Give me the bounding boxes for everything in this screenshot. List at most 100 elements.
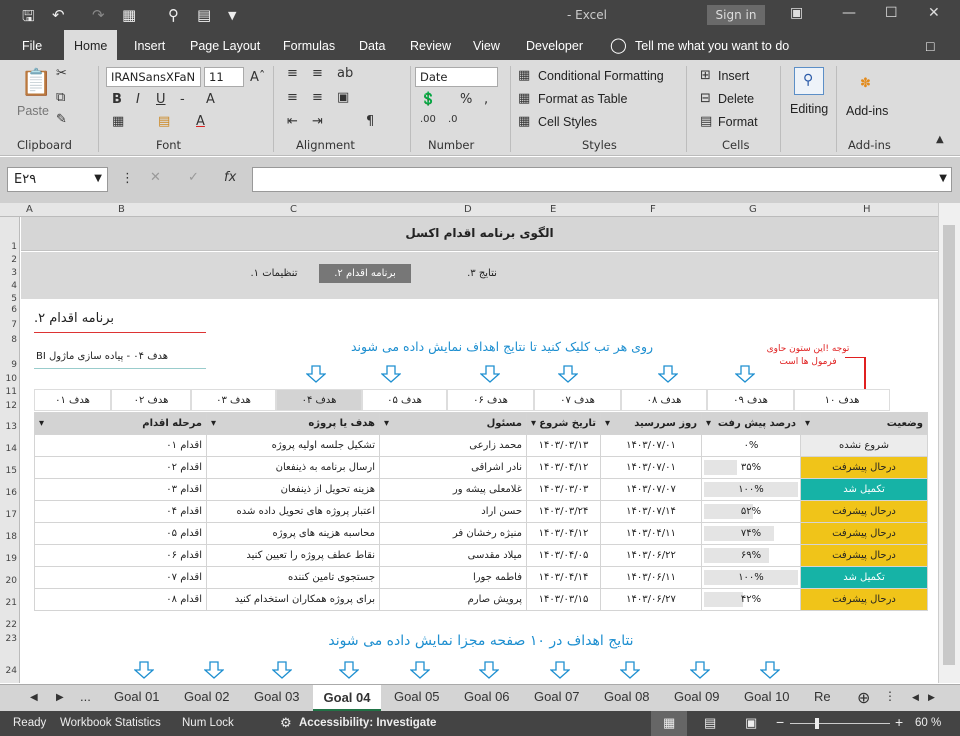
cell-progress[interactable]: ۴۲%	[701, 588, 801, 611]
page-break-icon[interactable]: ▣	[745, 715, 757, 731]
number-format-select[interactable]: Date	[415, 67, 498, 87]
undo-icon[interactable]: ↶	[52, 6, 65, 24]
cell-step[interactable]: اقدام ۰۴	[34, 500, 207, 523]
cell-status[interactable]: تکمیل شد	[800, 478, 928, 501]
sheet-tab-goal-03[interactable]: Goal 03	[254, 689, 300, 704]
row-2[interactable]: 2	[11, 255, 17, 265]
cell-status[interactable]: شروع نشده	[800, 434, 928, 457]
editing-icon[interactable]: ⚲	[794, 67, 824, 95]
col-e[interactable]: E	[550, 204, 556, 215]
zoom-out-icon[interactable]: −	[776, 714, 784, 730]
nav-results[interactable]: نتایج ۳.	[453, 264, 511, 283]
row-12[interactable]: 12	[6, 401, 17, 411]
cell-status[interactable]: درحال پیشرفت	[800, 522, 928, 545]
row-18[interactable]: 18	[6, 532, 17, 542]
cell-owner[interactable]: میلاد مقدسی	[379, 544, 527, 567]
align-center-icon[interactable]: ≡	[312, 90, 323, 105]
goal-tab-04[interactable]: هدف ۰۴	[276, 389, 362, 411]
cell-task[interactable]: برای پروژه همکاران استخدام کنید	[206, 588, 380, 611]
cell-step[interactable]: اقدام ۰۸	[34, 588, 207, 611]
save-icon[interactable]: 🖫	[22, 6, 35, 31]
merge-icon[interactable]: ▣	[337, 90, 349, 105]
goal-tab-08[interactable]: هدف ۰۸	[621, 389, 707, 411]
cell-task[interactable]: ارسال برنامه به ذینفعان	[206, 456, 380, 479]
col-c[interactable]: C	[290, 204, 297, 215]
header-status[interactable]: وضعیت ▾	[800, 412, 928, 435]
goal-selector[interactable]: هدف ۰۴ - پیاده سازی ماژول BI	[34, 346, 206, 369]
cell-step[interactable]: اقدام ۰۱	[34, 434, 207, 457]
tab-file[interactable]: File	[22, 30, 42, 60]
sheet-tab-results[interactable]: Re	[814, 689, 831, 704]
row-24[interactable]: 24	[6, 666, 17, 676]
format-table-icon[interactable]: ▦	[518, 91, 530, 106]
row-16[interactable]: 16	[6, 488, 17, 498]
sheet-tab-goal-10[interactable]: Goal 10	[744, 689, 790, 704]
editing-button[interactable]: Editing	[790, 102, 828, 116]
cell-start[interactable]: ۱۴۰۳/۰۳/۰۳	[526, 478, 601, 501]
col-g[interactable]: G	[749, 204, 757, 215]
format-as-table-button[interactable]: Format as Table	[538, 92, 627, 106]
row-17[interactable]: 17	[6, 510, 17, 520]
workbook-statistics[interactable]: Workbook Statistics	[60, 717, 161, 729]
goal-tab-07[interactable]: هدف ۰۷	[534, 389, 621, 411]
cell-step[interactable]: اقدام ۰۶	[34, 544, 207, 567]
align-left-icon[interactable]: ≡	[287, 90, 298, 105]
accessibility-icon[interactable]: ⚙	[280, 715, 292, 731]
scroll-right-icon[interactable]: ▶	[56, 692, 64, 703]
increase-decimal-icon[interactable]: .00	[420, 114, 436, 125]
tab-developer[interactable]: Developer	[526, 30, 583, 60]
row-19[interactable]: 19	[6, 554, 17, 564]
redo-icon[interactable]: ↷	[92, 6, 105, 24]
tab-view[interactable]: View	[473, 30, 500, 60]
cell-due[interactable]: ۱۴۰۳/۰۷/۰۷	[600, 478, 702, 501]
nav-settings[interactable]: تنظیمات ۱.	[243, 264, 305, 283]
align-middle-icon[interactable]: ≡	[312, 66, 323, 81]
cell-status[interactable]: درحال پیشرفت	[800, 456, 928, 479]
vertical-scrollbar[interactable]	[938, 203, 960, 683]
cell-progress[interactable]: ۱۰۰%	[701, 566, 801, 589]
zoom-in-icon[interactable]: +	[895, 714, 903, 730]
name-box[interactable]: E۲۹ ▼	[7, 167, 108, 192]
accessibility-status[interactable]: Accessibility: Investigate	[299, 717, 436, 729]
cell-progress[interactable]: ۷۴%	[701, 522, 801, 545]
hscroll-left-icon[interactable]: ◀	[912, 692, 919, 703]
goal-tab-05[interactable]: هدف ۰۵	[362, 389, 447, 411]
format-painter-icon[interactable]: ✎	[56, 112, 67, 127]
delete-cells-button[interactable]: Delete	[718, 92, 754, 106]
sheet-tab-goal-07[interactable]: Goal 07	[534, 689, 580, 704]
scroll-thumb[interactable]	[943, 225, 955, 665]
print-preview-icon[interactable]: ⚲	[168, 6, 179, 24]
normal-view-icon[interactable]: ▦	[651, 711, 687, 736]
comments-icon[interactable]: □	[926, 30, 934, 60]
font-color-icon[interactable]: A	[196, 114, 205, 129]
header-task[interactable]: هدف یا پروژه ▾	[206, 412, 380, 435]
cell-status[interactable]: درحال پیشرفت	[800, 500, 928, 523]
header-due[interactable]: روز سررسید ▾	[600, 412, 702, 435]
row-11[interactable]: 11	[6, 387, 17, 397]
tab-data[interactable]: Data	[359, 30, 385, 60]
delete-cells-icon[interactable]: ⊟	[700, 91, 711, 106]
sheet-tab-goal-01[interactable]: Goal 01	[114, 689, 160, 704]
indent-icon[interactable]: ⇥	[312, 114, 323, 129]
cell-owner[interactable]: غلامعلی پیشه ور	[379, 478, 527, 501]
cell-progress[interactable]: ۶۹%	[701, 544, 801, 567]
cell-step[interactable]: اقدام ۰۷	[34, 566, 207, 589]
cell-progress[interactable]: ۱۰۰%	[701, 478, 801, 501]
customize-toolbar-icon[interactable]: ▼	[228, 9, 236, 22]
row-8[interactable]: 8	[11, 335, 17, 345]
cell-start[interactable]: ۱۴۰۳/۰۳/۲۴	[526, 500, 601, 523]
borders-icon[interactable]: ▦	[112, 114, 124, 129]
goal-tab-01[interactable]: هدف ۰۱	[34, 389, 111, 411]
cell-owner[interactable]: فاطمه جورا	[379, 566, 527, 589]
italic-icon[interactable]: I	[136, 92, 140, 107]
hscroll-right-icon[interactable]: ▶	[928, 692, 935, 703]
cell-task[interactable]: هزینه تحویل از ذینفعان	[206, 478, 380, 501]
row-23[interactable]: 23	[6, 634, 17, 644]
sheet-tab-goal-06[interactable]: Goal 06	[464, 689, 510, 704]
rtl-icon[interactable]: ¶	[366, 114, 374, 129]
cell-status[interactable]: درحال پیشرفت	[800, 544, 928, 567]
sheet-tab-goal-09[interactable]: Goal 09	[674, 689, 720, 704]
header-owner[interactable]: مسئول ▾	[379, 412, 527, 435]
cell-due[interactable]: ۱۴۰۳/۰۷/۱۴	[600, 500, 702, 523]
tell-me-search[interactable]: Tell me what you want to do	[635, 30, 789, 60]
